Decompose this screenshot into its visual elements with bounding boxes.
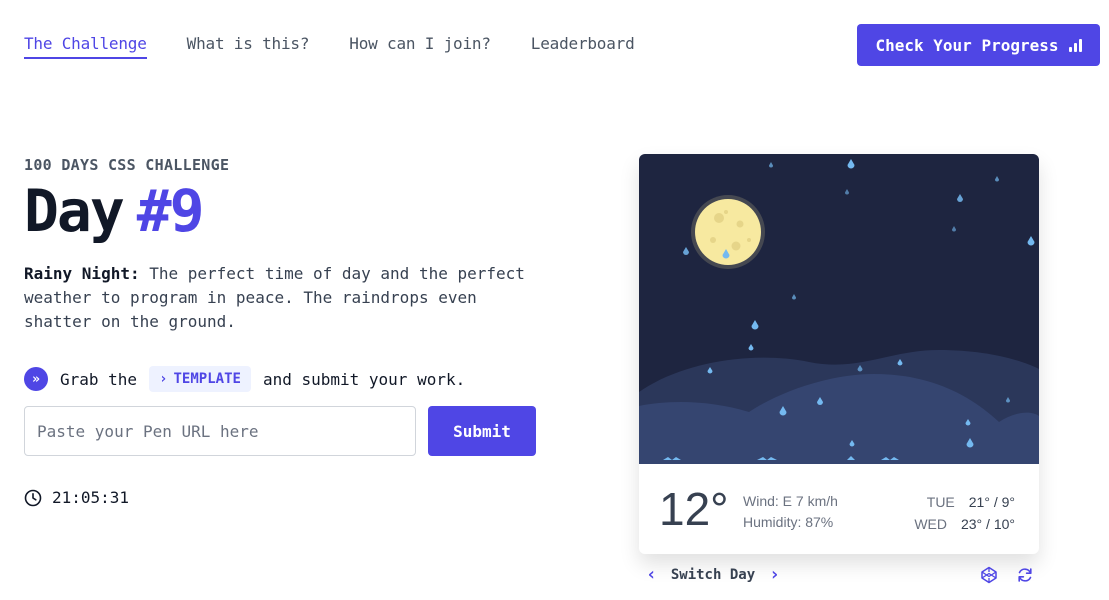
chevron-left-icon[interactable]: ‹	[646, 566, 657, 584]
challenge-description: Rainy Night: The perfect time of day and…	[24, 262, 544, 334]
wind-humidity: Wind: E 7 km/h Humidity: 87%	[743, 491, 838, 533]
nav-link-what-is-this[interactable]: What is this?	[187, 34, 310, 59]
forecast-row: WED 23° / 10°	[914, 513, 1015, 535]
description-title: Rainy Night:	[24, 264, 140, 283]
day-switcher: ‹ Switch Day ›	[646, 566, 780, 584]
weather-summary: 12° Wind: E 7 km/h Humidity: 87% TUE 21° …	[639, 464, 1039, 554]
nav-link-how-can-i-join[interactable]: How can I join?	[349, 34, 491, 59]
switch-day-label: Switch Day	[670, 567, 756, 583]
codepen-icon[interactable]	[980, 566, 998, 584]
rainy-night-scene	[639, 154, 1039, 464]
pen-url-input[interactable]	[24, 406, 416, 456]
submit-button[interactable]: Submit	[428, 406, 536, 456]
temperature-value: 12°	[659, 483, 729, 535]
moon-icon	[691, 195, 765, 269]
check-progress-button[interactable]: Check Your Progress	[857, 24, 1100, 66]
double-chevron-right-icon: »	[24, 367, 48, 391]
forecast-range: 21° / 9°	[968, 494, 1015, 510]
timer-value: 21:05:31	[52, 488, 130, 507]
template-instructions: » Grab the › TEMPLATE and submit your wo…	[24, 366, 465, 392]
nav-link-the-challenge[interactable]: The Challenge	[24, 34, 147, 59]
check-progress-label: Check Your Progress	[875, 35, 1059, 55]
refresh-icon[interactable]	[1016, 566, 1034, 584]
title-day: Day	[24, 177, 125, 245]
forecast-range: 23° / 10°	[960, 516, 1015, 532]
chevron-right-icon: ›	[159, 371, 168, 387]
nav-links: The Challenge What is this? How can I jo…	[24, 34, 635, 59]
page-title: Day #9	[24, 176, 205, 246]
forecast-day: TUE	[926, 494, 955, 510]
top-nav: The Challenge What is this? How can I jo…	[24, 24, 1100, 66]
humidity-text: Humidity: 87%	[743, 514, 834, 530]
forecast-day: WED	[914, 516, 947, 532]
template-link[interactable]: › TEMPLATE	[149, 366, 251, 392]
chevron-right-icon[interactable]: ›	[769, 566, 780, 584]
nav-link-leaderboard[interactable]: Leaderboard	[531, 34, 635, 59]
grab-text: Grab the	[60, 369, 138, 389]
weather-card: 12° Wind: E 7 km/h Humidity: 87% TUE 21° …	[639, 154, 1039, 554]
challenge-eyebrow: 100 DAYS CSS CHALLENGE	[24, 156, 230, 174]
title-number: #9	[136, 177, 205, 245]
clock-icon	[24, 489, 42, 506]
bar-chart-icon	[1068, 38, 1082, 52]
submit-instruction-text: and submit your work.	[262, 369, 466, 389]
forecast-list: TUE 21° / 9° WED 23° / 10°	[914, 491, 1015, 535]
forecast-row: TUE 21° / 9°	[914, 491, 1015, 513]
wind-text: Wind: E 7 km/h	[743, 493, 838, 509]
template-label: TEMPLATE	[173, 371, 241, 387]
card-actions	[980, 566, 1034, 584]
countdown-timer: 21:05:31	[24, 488, 129, 507]
